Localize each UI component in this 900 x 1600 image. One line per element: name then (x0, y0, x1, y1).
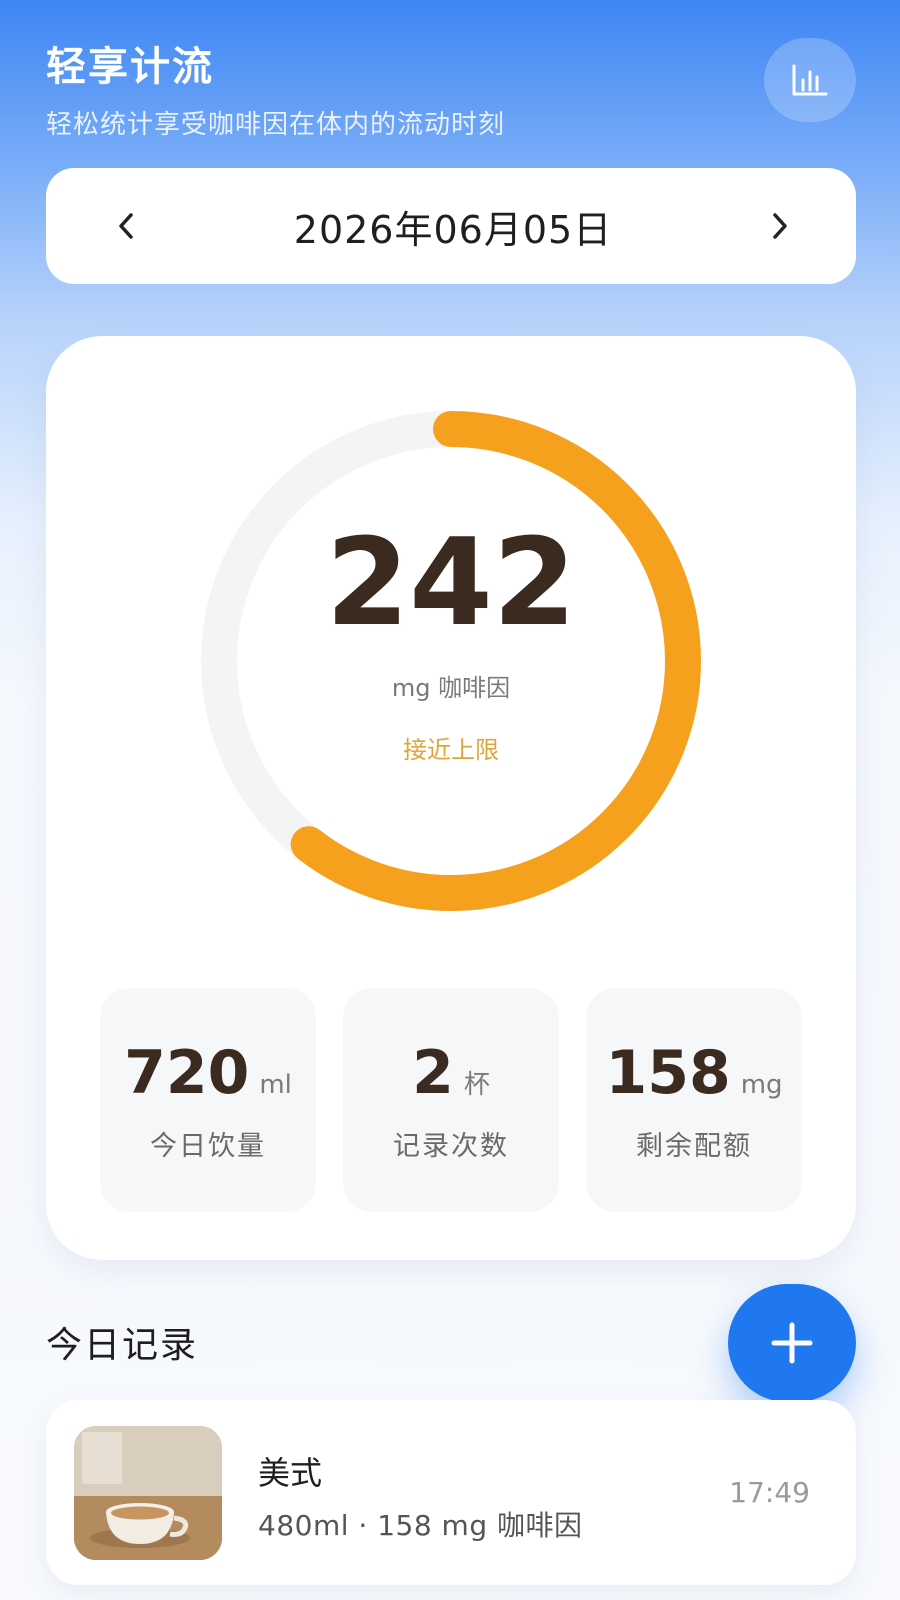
stat-count-unit: 杯 (463, 1069, 490, 1100)
statistics-button[interactable] (764, 38, 856, 122)
plus-icon (771, 1322, 813, 1364)
caffeine-summary-card: 242 mg 咖啡因 接近上限 720 ml 今日饮量 2 杯 记录次数 158… (46, 336, 856, 1260)
record-item[interactable]: 美式 480ml · 158 mg 咖啡因 17:49 (46, 1400, 856, 1585)
stat-volume-value: 720 (124, 1037, 250, 1108)
stat-volume: 720 ml 今日饮量 (100, 988, 316, 1212)
bar-chart-icon (792, 64, 828, 96)
chevron-left-icon (119, 213, 133, 239)
record-time: 17:49 (729, 1476, 810, 1509)
record-drink-name: 美式 (258, 1454, 323, 1492)
caffeine-progress-ring: 242 mg 咖啡因 接近上限 (196, 406, 706, 916)
caffeine-status-label: 接近上限 (403, 736, 499, 764)
today-records-title: 今日记录 (46, 1325, 199, 1366)
next-day-button[interactable] (760, 206, 800, 246)
stat-volume-unit: ml (259, 1069, 292, 1100)
previous-day-button[interactable] (106, 206, 146, 246)
chevron-right-icon (773, 213, 787, 239)
date-navigator: 2026年06月05日 (46, 168, 856, 284)
caffeine-unit-label: mg 咖啡因 (391, 674, 511, 702)
stat-record-count: 2 杯 记录次数 (343, 988, 559, 1212)
app-subtitle: 轻松统计享受咖啡因在体内的流动时刻 (46, 110, 506, 140)
current-date[interactable]: 2026年06月05日 (294, 199, 612, 254)
stat-count-value: 2 (412, 1037, 454, 1108)
stat-remaining-quota: 158 mg 剩余配额 (586, 988, 802, 1212)
stat-count-label: 记录次数 (393, 1130, 509, 1162)
stat-quota-label: 剩余配额 (636, 1130, 752, 1162)
stat-volume-label: 今日饮量 (150, 1130, 266, 1162)
coffee-thumbnail (74, 1426, 222, 1560)
stats-row: 720 ml 今日饮量 2 杯 记录次数 158 mg 剩余配额 (100, 988, 802, 1212)
caffeine-total-value: 242 (325, 514, 577, 653)
record-drink-detail: 480ml · 158 mg 咖啡因 (258, 1509, 583, 1542)
app-title: 轻享计流 (46, 44, 214, 90)
stat-quota-unit: mg (740, 1069, 783, 1100)
app-header: 轻享计流 轻松统计享受咖啡因在体内的流动时刻 (46, 34, 505, 141)
add-record-button[interactable] (728, 1284, 856, 1402)
stat-quota-value: 158 (605, 1037, 731, 1108)
